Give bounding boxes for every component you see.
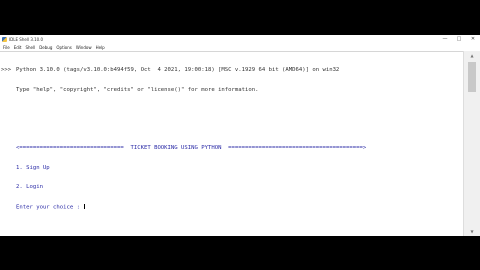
menu-shell[interactable]: Shell [23,44,37,51]
idle-shell-window: IDLE Shell 3.10.0 — □ ✕ File Edit Shell … [0,35,480,236]
ticket-booking-header: <=============================== TICKET … [16,145,367,151]
prompt-gutter: >>> [0,52,14,237]
banner-line-2: Type "help", "copyright", "credits" or "… [16,86,259,93]
menu-options[interactable]: Options [54,44,73,51]
minimize-button[interactable]: — [438,35,452,44]
text-cursor [84,203,85,209]
chevron-up-icon[interactable]: ▲ [464,51,480,60]
menu-file[interactable]: File [1,44,12,51]
close-button[interactable]: ✕ [466,35,480,44]
menu-edit[interactable]: Edit [12,44,24,51]
shell-output: Python 3.10.0 (tags/v3.10.0:b494f59, Oct… [16,54,462,223]
menu-bar: File Edit Shell Debug Options Window Hel… [0,44,480,51]
maximize-button[interactable]: □ [452,35,466,44]
chevron-down-icon[interactable]: ▼ [464,227,480,236]
menu-window[interactable]: Window [74,44,94,51]
menu-option-sign-up: 1. Sign Up [16,164,50,171]
input-line[interactable]: Enter your choice : [16,203,462,211]
python-idle-icon [2,37,7,42]
scrollbar-thumb[interactable] [468,62,476,92]
title-bar: IDLE Shell 3.10.0 — □ ✕ [0,35,480,44]
vertical-scrollbar[interactable]: ▲ ▼ [463,51,480,236]
shell-prompt: >>> [1,67,12,73]
menu-help[interactable]: Help [94,44,107,51]
window-title: IDLE Shell 3.10.0 [9,37,44,42]
shell-text-area[interactable]: >>> Python 3.10.0 (tags/v3.10.0:b494f59,… [0,51,464,237]
banner-line-1: Python 3.10.0 (tags/v3.10.0:b494f59, Oct… [16,67,340,73]
choice-prompt: Enter your choice : [16,203,84,210]
window-controls: — □ ✕ [438,35,480,44]
menu-debug[interactable]: Debug [37,44,54,51]
menu-option-login: 2. Login [16,184,43,190]
